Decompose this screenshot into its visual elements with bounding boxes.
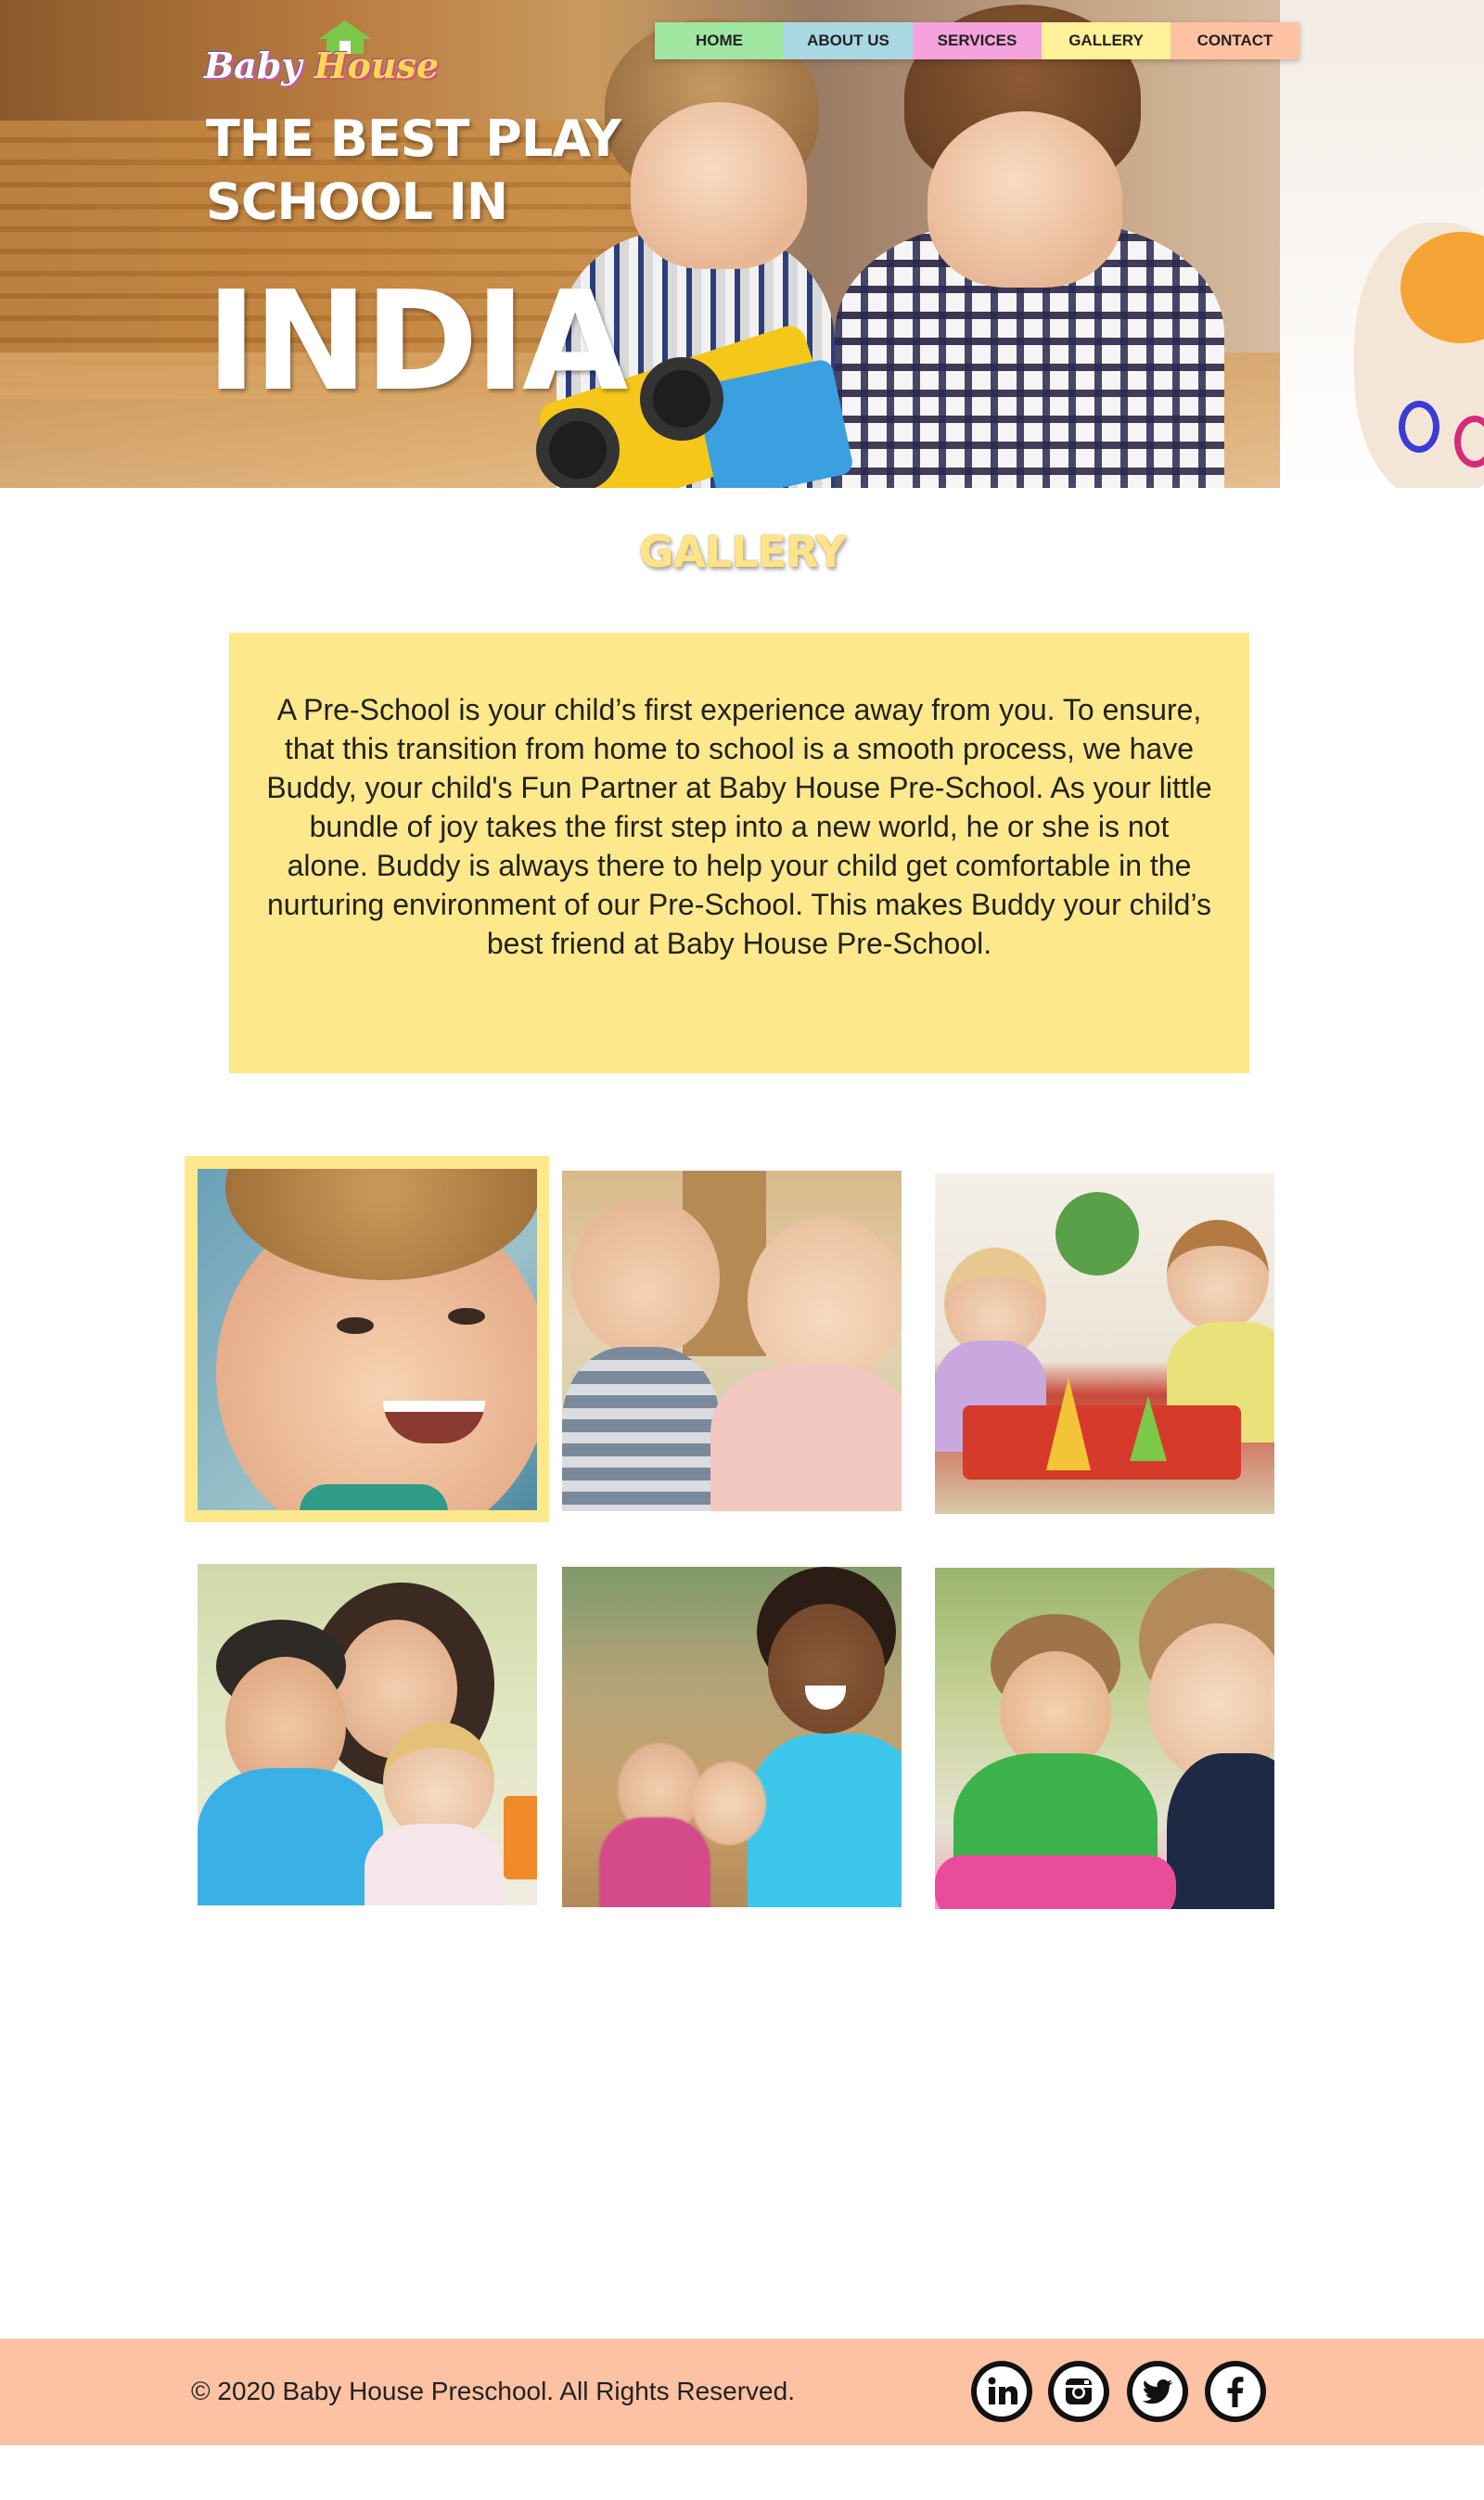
hero-toddler-left-face	[631, 102, 807, 269]
linkedin-link[interactable]	[971, 2361, 1032, 2422]
gallery-intro-text: A Pre-School is your child’s first exper…	[266, 693, 1212, 960]
twitter-link[interactable]	[1127, 2361, 1188, 2422]
photo-boy-2-shirt	[1167, 1753, 1274, 1909]
photo-tree-drawing	[1055, 1192, 1139, 1276]
gallery-photo-5[interactable]	[562, 1567, 902, 1907]
twitter-icon	[1132, 2366, 1183, 2417]
logo-word-baby: Baby	[204, 45, 302, 86]
photo-shirt	[300, 1484, 448, 1510]
hero-banner: Baby House THE BEST PLAY SCHOOL IN INDIA…	[0, 0, 1484, 488]
logo-word-house: House	[313, 45, 440, 86]
photo-girl-body	[365, 1824, 504, 1905]
facebook-link[interactable]	[1205, 2361, 1266, 2422]
nav-services[interactable]: SERVICES	[913, 22, 1042, 59]
photo-baby-1-body	[562, 1347, 720, 1511]
gallery-photo-6[interactable]	[935, 1568, 1274, 1909]
gallery-photo-3[interactable]	[935, 1173, 1274, 1514]
photo-baby-2-head	[748, 1217, 902, 1384]
photo-eye	[448, 1308, 485, 1325]
hero-heading-india: INDIA	[206, 262, 628, 421]
photo-kid-background	[599, 1817, 710, 1907]
photo-baby-2-body	[710, 1365, 902, 1511]
gallery-photo-1[interactable]	[198, 1169, 537, 1510]
photo-cone	[1130, 1396, 1167, 1461]
hero-toy-ring-dot	[1399, 401, 1439, 453]
main-nav: HOME ABOUT US SERVICES GALLERY CONTACT	[655, 22, 1299, 59]
facebook-icon	[1210, 2366, 1260, 2417]
photo-cup	[504, 1796, 537, 1879]
photo-kid-background	[692, 1762, 766, 1845]
nav-gallery[interactable]: GALLERY	[1042, 22, 1171, 59]
gallery-title: GALLERY	[638, 527, 847, 577]
photo-paper-craft	[963, 1405, 1241, 1480]
logo-text: Baby House	[204, 45, 439, 86]
photo-cone	[1046, 1378, 1091, 1470]
gallery-photo-4[interactable]	[198, 1564, 537, 1905]
photo-boy-shirt	[198, 1768, 383, 1905]
photo-girl-shirt	[748, 1734, 902, 1907]
page: Baby House THE BEST PLAY SCHOOL IN INDIA…	[0, 0, 1484, 2500]
photo-eye	[337, 1317, 374, 1334]
hero-toddler-right-face	[928, 111, 1122, 288]
hero-toy-wheel	[640, 357, 723, 441]
nav-about-us[interactable]: ABOUT US	[784, 22, 913, 59]
site-logo[interactable]: Baby House	[204, 20, 439, 95]
instagram-link[interactable]	[1048, 2361, 1109, 2422]
copyright-text: © 2020 Baby House Preschool. All Rights …	[191, 2377, 795, 2405]
hero-heading-line-1: THE BEST PLAY	[206, 109, 621, 168]
photo-girl-face	[768, 1604, 885, 1734]
gallery-photo-2[interactable]	[562, 1171, 902, 1511]
linkedin-icon	[977, 2366, 1027, 2417]
photo-girl-2-head	[1167, 1220, 1269, 1331]
photo-toy	[935, 1855, 1176, 1909]
hero-heading-line-2: SCHOOL IN	[206, 173, 508, 231]
photo-baby-1-head	[571, 1199, 720, 1356]
nav-home[interactable]: HOME	[655, 22, 784, 59]
nav-contact[interactable]: CONTACT	[1171, 22, 1299, 59]
site-footer: © 2020 Baby House Preschool. All Rights …	[0, 2339, 1484, 2445]
gallery-intro-box: A Pre-School is your child’s first exper…	[229, 633, 1249, 1073]
instagram-icon	[1054, 2366, 1104, 2417]
